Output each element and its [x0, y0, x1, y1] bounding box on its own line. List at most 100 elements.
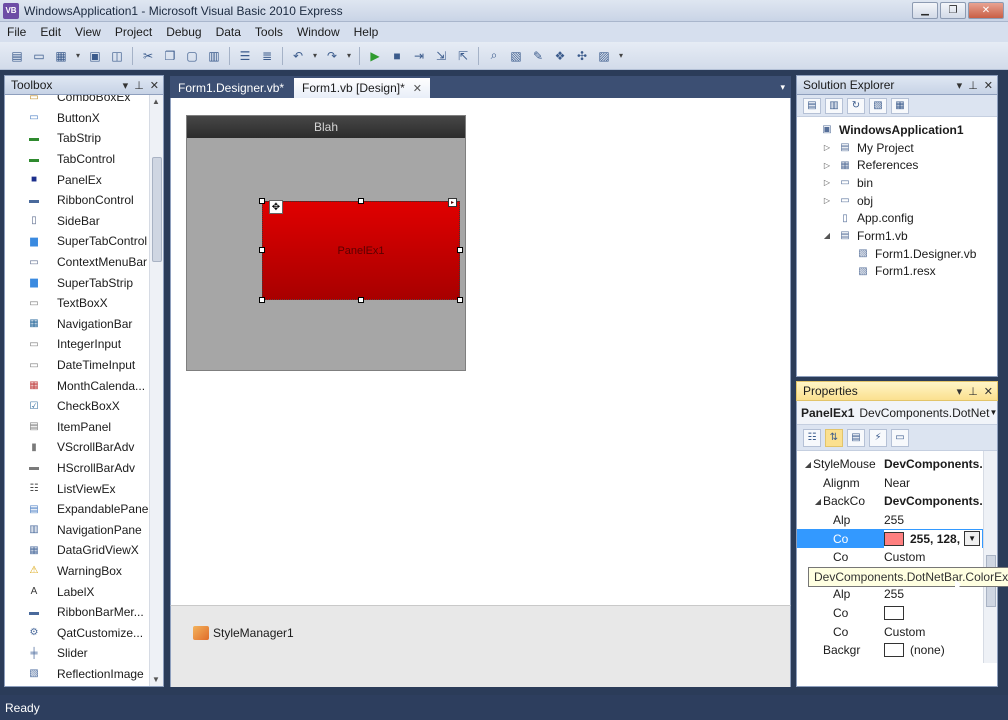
- copy-icon[interactable]: ❐: [161, 47, 179, 65]
- toolbox-dropdown-icon[interactable]: ▾: [123, 79, 129, 92]
- property-row[interactable]: ◢ BackCo DevComponents.I: [797, 492, 997, 511]
- expand-toggle-icon[interactable]: ▷: [821, 196, 833, 205]
- uncomment-icon[interactable]: ≣: [258, 47, 276, 65]
- stylemanager-component[interactable]: StyleManager1: [193, 626, 294, 640]
- resize-handle[interactable]: [259, 198, 265, 204]
- vb-app-icon[interactable]: VB: [3, 2, 19, 19]
- undo-icon[interactable]: ↶: [289, 47, 307, 65]
- events-icon[interactable]: ⚡: [869, 428, 887, 447]
- resize-handle[interactable]: [358, 297, 364, 303]
- expand-toggle-icon[interactable]: ◢: [821, 231, 833, 240]
- toolbox-item[interactable]: ▦ NavigationBar: [5, 314, 163, 335]
- toolbox-item[interactable]: ▦ MonthCalenda...: [5, 375, 163, 396]
- properties-close-icon[interactable]: ✕: [984, 385, 993, 398]
- step-into-icon[interactable]: ⇥: [410, 47, 428, 65]
- resize-handle[interactable]: [358, 198, 364, 204]
- property-row[interactable]: Co 255, 128, ▼: [797, 529, 997, 548]
- comment-icon[interactable]: ☰: [236, 47, 254, 65]
- property-value[interactable]: Custom: [884, 550, 925, 564]
- categorized-icon[interactable]: ☷: [803, 428, 821, 447]
- solution-node[interactable]: ▧ Form1.resx: [797, 263, 997, 281]
- chevron-down-icon[interactable]: ▼: [989, 408, 997, 417]
- menu-edit[interactable]: Edit: [33, 25, 68, 39]
- save-icon[interactable]: ▣: [86, 47, 104, 65]
- toolbox-item[interactable]: ▆ SuperTabStrip: [5, 272, 163, 293]
- toolbox-item[interactable]: ▬ TabStrip: [5, 128, 163, 149]
- start-debugging-icon[interactable]: ▶: [366, 47, 384, 65]
- property-pages-icon[interactable]: ▭: [891, 428, 909, 447]
- solution-node[interactable]: ▧ Form1.Designer.vb: [797, 245, 997, 263]
- tab-form1-design[interactable]: Form1.vb [Design]* ✕: [294, 78, 430, 98]
- properties-scrollbar[interactable]: [983, 451, 997, 663]
- step-over-icon[interactable]: ⇲: [432, 47, 450, 65]
- solution-node[interactable]: ▣ WindowsApplication1: [797, 121, 997, 139]
- close-button[interactable]: ✕: [968, 2, 1004, 19]
- menu-tools[interactable]: Tools: [248, 25, 290, 39]
- start-page-icon[interactable]: ▨: [595, 47, 613, 65]
- resize-handle[interactable]: [259, 297, 265, 303]
- property-value[interactable]: Near: [884, 476, 910, 490]
- redo-icon[interactable]: ↷: [323, 47, 341, 65]
- property-value[interactable]: Custom: [884, 625, 925, 639]
- property-row[interactable]: Co Custom: [797, 622, 997, 641]
- toolbox-item[interactable]: ▬ RibbonBarMer...: [5, 602, 163, 623]
- property-row[interactable]: Alp 255: [797, 511, 997, 530]
- toolbox-scrollbar[interactable]: ▲ ▼: [149, 95, 163, 686]
- expand-toggle-icon[interactable]: ◢: [813, 497, 823, 506]
- chevron-down-icon[interactable]: ▼: [964, 531, 981, 547]
- design-surface[interactable]: Blah PanelEx1 ✥ ▸: [170, 98, 791, 605]
- panelex1-control[interactable]: PanelEx1 ✥ ▸: [259, 198, 463, 303]
- solution-node[interactable]: ▯ App.config: [797, 209, 997, 227]
- toolbox-item[interactable]: ☷ ListViewEx: [5, 478, 163, 499]
- active-files-dropdown-icon[interactable]: ▾: [780, 82, 785, 93]
- pin-icon[interactable]: ⊥: [968, 79, 978, 92]
- toolbox-item[interactable]: A LabelX: [5, 581, 163, 602]
- cut-icon[interactable]: ✂: [139, 47, 157, 65]
- add-item-dropdown-icon[interactable]: ▾: [74, 47, 82, 65]
- toolbox-item[interactable]: ╪ Slider: [5, 643, 163, 664]
- toolbox-scroll-thumb[interactable]: [152, 157, 162, 262]
- toolbox-item[interactable]: ▥ NavigationPane: [5, 519, 163, 540]
- form-title-bar[interactable]: Blah: [187, 116, 465, 138]
- solution-node[interactable]: ◢ ▤ Form1.vb: [797, 227, 997, 245]
- toolbox-item[interactable]: ⚠ WarningBox: [5, 561, 163, 582]
- toolbox-item[interactable]: ▬ TabControl: [5, 149, 163, 170]
- toolbox-item[interactable]: ▭ ComboBoxEx: [5, 95, 163, 108]
- maximize-button[interactable]: ❐: [940, 2, 966, 19]
- menu-help[interactable]: Help: [347, 25, 386, 39]
- property-value[interactable]: (none): [884, 643, 945, 658]
- toolbox-item[interactable]: ▭ ContextMenuBar: [5, 252, 163, 273]
- save-all-icon[interactable]: ◫: [108, 47, 126, 65]
- properties-dropdown-icon[interactable]: ▾: [957, 385, 963, 398]
- property-value[interactable]: 255, 128, ▼: [884, 529, 983, 548]
- solution-node[interactable]: ▷ ▦ References: [797, 156, 997, 174]
- solution-node[interactable]: ▷ ▭ bin: [797, 174, 997, 192]
- toolbox-close-icon[interactable]: ✕: [150, 79, 159, 92]
- properties-icon[interactable]: ▤: [803, 97, 821, 114]
- resize-handle[interactable]: [457, 247, 463, 253]
- view-designer-icon[interactable]: ▦: [891, 97, 909, 114]
- toolbox-item[interactable]: ▤ ItemPanel: [5, 417, 163, 438]
- toolbox-item[interactable]: ▭ DateTimeInput: [5, 355, 163, 376]
- expand-toggle-icon[interactable]: ▷: [821, 178, 833, 187]
- refresh-icon[interactable]: ↻: [847, 97, 865, 114]
- minimize-button[interactable]: ▁: [912, 2, 938, 19]
- redo-dropdown-icon[interactable]: ▾: [345, 47, 353, 65]
- paste-icon[interactable]: ▢: [183, 47, 201, 65]
- show-all-files-icon[interactable]: ▥: [825, 97, 843, 114]
- properties-view-icon[interactable]: ▤: [847, 428, 865, 447]
- toolbox-item[interactable]: ☑ CheckBoxX: [5, 396, 163, 417]
- scroll-up-icon[interactable]: ▲: [152, 97, 160, 106]
- toolbox-item[interactable]: ▯ SideBar: [5, 211, 163, 232]
- resize-handle[interactable]: [259, 247, 265, 253]
- pin-icon[interactable]: ⊥: [968, 385, 978, 398]
- expand-toggle-icon[interactable]: ▷: [821, 143, 833, 152]
- solution-explorer-icon[interactable]: ▧: [507, 47, 525, 65]
- stop-icon[interactable]: ■: [388, 47, 406, 65]
- solution-dropdown-icon[interactable]: ▾: [957, 79, 963, 92]
- new-project-icon[interactable]: ▤: [8, 47, 26, 65]
- tab-close-icon[interactable]: ✕: [413, 82, 422, 95]
- scroll-down-icon[interactable]: ▼: [152, 675, 160, 684]
- property-row[interactable]: Co Custom: [797, 548, 997, 567]
- undo-dropdown-icon[interactable]: ▾: [311, 47, 319, 65]
